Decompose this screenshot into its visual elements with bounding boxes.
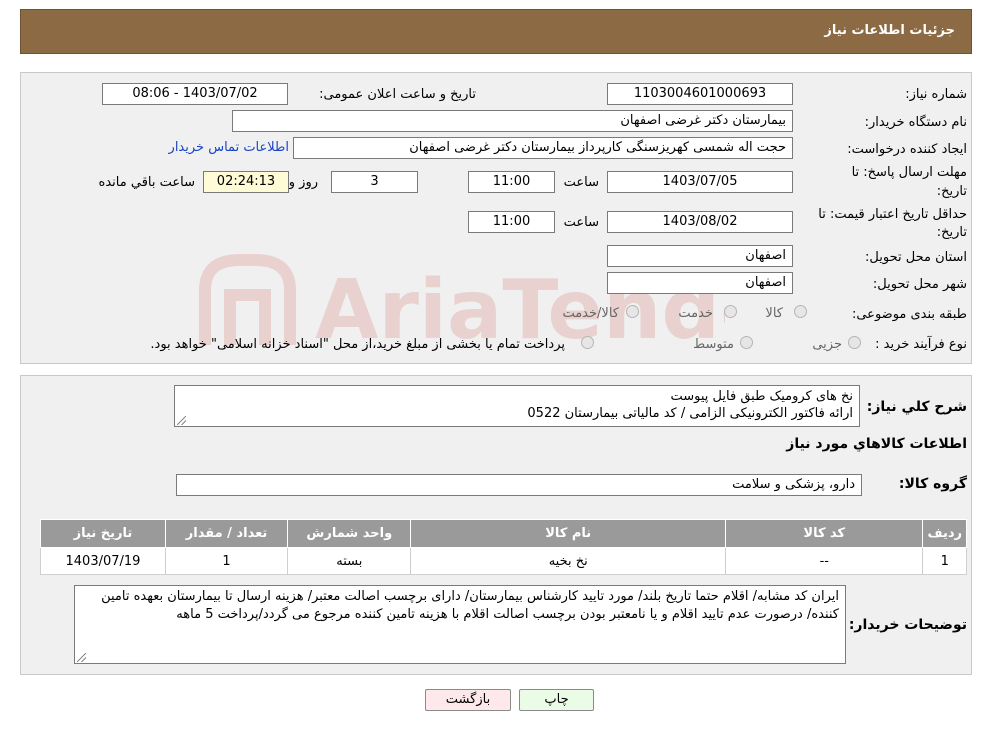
buyer-name-field: بیمارستان دکتر غرضی اصفهان [232, 110, 793, 132]
deadline-date-field: 1403/07/05 [607, 171, 793, 193]
request-creator-label: ایجاد کننده درخواست: [847, 142, 967, 157]
subject-category-label: طبقه بندی موضوعی: [851, 307, 967, 322]
price-validity-label-line2: تاریخ: [936, 225, 967, 240]
category-radio-service[interactable] [724, 305, 737, 318]
category-option-goods-service: کالا/خدمت [562, 306, 619, 321]
col-unit: واحد شمارش [287, 519, 412, 548]
cell-unit: بسته [287, 547, 412, 575]
delivery-city-field: اصفهان [607, 272, 793, 294]
process-option-medium: متوسط [693, 337, 734, 352]
announce-date-label: تاریخ و ساعت اعلان عمومی: [319, 87, 476, 102]
general-description-field: نخ های کرومیک طبق فایل پیوست ارائه فاکتو… [174, 385, 860, 427]
print-button[interactable]: چاپ [519, 689, 594, 711]
deadline-time-label: ساعت [563, 175, 599, 190]
col-item-name: نام کالا [410, 519, 727, 548]
remaining-days-label: روز و [288, 175, 318, 190]
process-radio-medium[interactable] [740, 336, 753, 349]
buyer-name-label: نام دستگاه خریدار: [864, 115, 967, 130]
process-radio-treasury[interactable] [581, 336, 594, 349]
cell-row-number: 1 [922, 547, 967, 575]
process-radio-minor[interactable] [848, 336, 861, 349]
remaining-days-field: 3 [331, 171, 418, 193]
request-creator-field: حجت اله شمسی کهریزسنگی کارپرداز بیمارستا… [293, 137, 793, 159]
deadline-time-field: 11:00 [468, 171, 555, 193]
cell-item-code: -- [725, 547, 924, 575]
delivery-province-field: اصفهان [607, 245, 793, 267]
goods-table-header: رديف کد کالا نام کالا واحد شمارش تعداد /… [40, 519, 967, 548]
price-validity-time-label: ساعت [563, 215, 599, 230]
resize-grip-icon[interactable] [177, 416, 186, 425]
delivery-province-label: استان محل تحویل: [865, 250, 967, 265]
goods-table: رديف کد کالا نام کالا واحد شمارش تعداد /… [40, 519, 967, 575]
col-row-number: رديف [922, 519, 967, 548]
cell-quantity: 1 [164, 547, 289, 575]
page-title: جزئیات اطلاعات نیاز [824, 23, 955, 38]
price-validity-time-field: 11:00 [468, 211, 555, 233]
buyer-notes-field: ایران کد مشابه/ اقلام حتما تاریخ بلند/ م… [74, 585, 846, 664]
buyer-contact-link[interactable]: اطلاعات تماس خریدار [169, 140, 289, 155]
col-quantity: تعداد / مقدار [164, 519, 289, 548]
process-treasury-note: پرداخت تمام یا بخشی از مبلغ خرید،از محل … [150, 337, 565, 352]
category-option-goods: کالا [765, 306, 783, 321]
cell-item-name: نخ بخیه [410, 547, 727, 575]
description-line-2: ارائه فاکتور الکترونیکی الزامی / کد مالی… [527, 406, 853, 421]
goods-group-label: گروه کالا: [898, 476, 967, 492]
price-validity-label-line1: حداقل تاریخ اعتبار قیمت: تا [818, 207, 967, 222]
col-item-code: کد کالا [725, 519, 924, 548]
goods-group-field: دارو، پزشکی و سلامت [176, 474, 862, 496]
col-need-date: تاریخ نیاز [40, 519, 166, 548]
cell-need-date: 1403/07/19 [40, 547, 166, 575]
remaining-time-field: 02:24:13 [203, 171, 289, 193]
resize-grip-icon[interactable] [77, 653, 86, 662]
description-line-1: نخ های کرومیک طبق فایل پیوست [670, 389, 854, 404]
need-number-label: شماره نیاز: [905, 87, 967, 102]
category-radio-goods-service[interactable] [626, 305, 639, 318]
deadline-label-line1: مهلت ارسال پاسخ: تا [851, 165, 967, 180]
buyer-notes-label: توضیحات خریدار: [848, 617, 967, 633]
category-radio-goods[interactable] [794, 305, 807, 318]
general-description-label: شرح کلي نياز: [866, 399, 967, 415]
deadline-label-line2: تاریخ: [936, 184, 967, 199]
delivery-city-label: شهر محل تحویل: [872, 277, 967, 292]
buyer-notes-text: ایران کد مشابه/ اقلام حتما تاریخ بلند/ م… [101, 589, 839, 622]
need-number-field: 1103004601000693 [607, 83, 793, 105]
remaining-time-label: ساعت باقي مانده [98, 175, 195, 190]
announce-date-field: 1403/07/02 - 08:06 [102, 83, 288, 105]
back-button[interactable]: بازگشت [425, 689, 511, 711]
price-validity-date-field: 1403/08/02 [607, 211, 793, 233]
goods-section-title: اطلاعات کالاهاي مورد نياز [786, 436, 967, 452]
category-option-service: خدمت [678, 306, 713, 321]
purchase-process-label: نوع فرآیند خرید : [875, 337, 967, 352]
table-row: 1 -- نخ بخیه بسته 1 1403/07/19 [40, 547, 967, 575]
process-option-minor: جزیی [812, 337, 842, 352]
